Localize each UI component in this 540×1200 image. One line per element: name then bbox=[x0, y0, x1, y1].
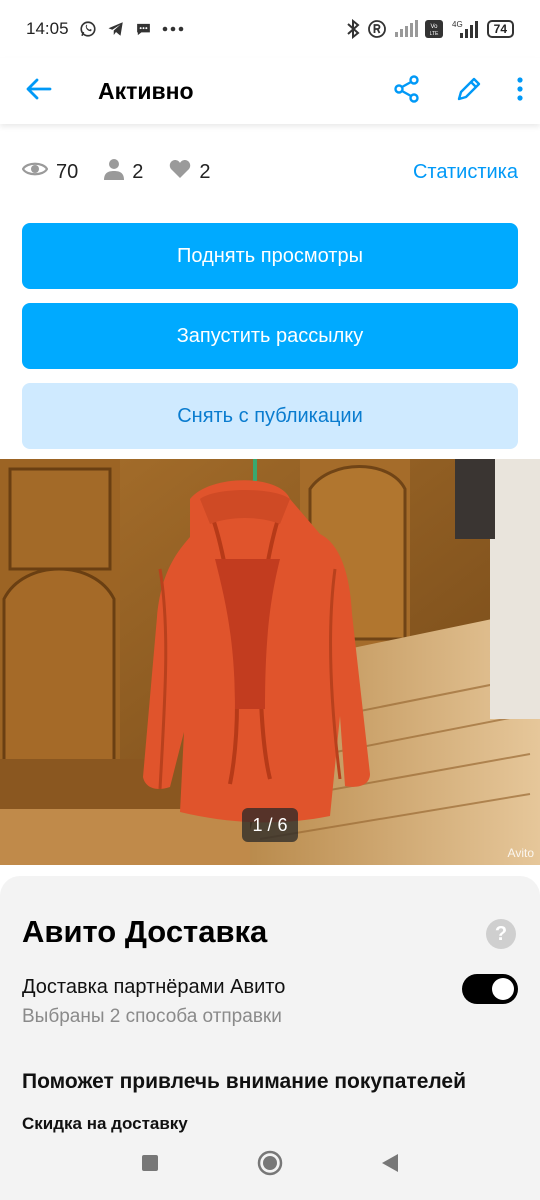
volte-icon: Vo LTE bbox=[424, 20, 443, 38]
views-stat: 70 bbox=[21, 160, 79, 184]
edit-button[interactable] bbox=[438, 58, 500, 124]
bluetooth-icon bbox=[346, 19, 360, 39]
delivery-option-title: Доставка партнёрами Авито bbox=[22, 976, 286, 998]
delivery-title: Авито Доставка bbox=[22, 914, 268, 949]
chat-bubble-icon bbox=[135, 21, 152, 38]
share-icon bbox=[393, 74, 421, 108]
recents-button[interactable] bbox=[120, 1135, 180, 1195]
signal-icon bbox=[394, 20, 418, 38]
contacts-stat: 2 bbox=[104, 158, 143, 186]
telegram-icon bbox=[107, 20, 125, 38]
back-button[interactable] bbox=[0, 58, 78, 124]
svg-text:Vo: Vo bbox=[430, 24, 438, 30]
share-button[interactable] bbox=[376, 58, 438, 124]
views-count: 70 bbox=[56, 160, 79, 183]
status-time: 14:05 bbox=[26, 19, 69, 38]
promo-title: Поможет привлечь внимание покупателей bbox=[22, 1070, 467, 1093]
eye-icon bbox=[21, 160, 49, 184]
triangle-back-icon bbox=[381, 1153, 399, 1178]
delivery-option-subtitle: Выбраны 2 способа отправки bbox=[22, 1006, 282, 1027]
back-nav-button[interactable] bbox=[360, 1135, 420, 1195]
contacts-count: 2 bbox=[132, 160, 144, 183]
app-bar: Активно bbox=[0, 58, 540, 124]
boost-views-button[interactable]: Поднять просмотры bbox=[22, 223, 518, 289]
mobile-data-icon: 4G bbox=[450, 19, 480, 39]
jacket-photo-image bbox=[0, 459, 540, 865]
statistics-link[interactable]: Статистика bbox=[413, 161, 518, 184]
more-vert-icon bbox=[517, 76, 523, 106]
arrow-left-icon bbox=[26, 78, 52, 105]
heart-icon bbox=[169, 159, 191, 185]
more-notifications-icon bbox=[162, 26, 184, 32]
delivery-toggle[interactable] bbox=[462, 974, 518, 1004]
svg-text:4G: 4G bbox=[452, 20, 463, 29]
favorites-stat: 2 bbox=[169, 159, 211, 185]
pencil-icon bbox=[455, 75, 483, 108]
registered-icon bbox=[367, 19, 387, 39]
system-nav-bar bbox=[0, 1130, 540, 1200]
photo-counter: 1 / 6 bbox=[242, 808, 298, 842]
whatsapp-icon bbox=[79, 20, 97, 38]
svg-text:LTE: LTE bbox=[429, 31, 438, 37]
square-icon bbox=[141, 1154, 159, 1177]
unpublish-button[interactable]: Снять с публикации bbox=[22, 383, 518, 449]
listing-photo[interactable] bbox=[0, 459, 540, 865]
toggle-knob bbox=[492, 978, 514, 1000]
person-icon bbox=[104, 158, 125, 186]
start-mailing-button[interactable]: Запустить рассылку bbox=[22, 303, 518, 369]
battery-indicator: 74 bbox=[486, 20, 514, 38]
favorites-count: 2 bbox=[199, 160, 211, 183]
home-button[interactable] bbox=[240, 1135, 300, 1195]
stats-row: 70 2 2 Статистика bbox=[21, 150, 518, 194]
status-bar: 14:05 Vo LTE 4G 74 bbox=[0, 0, 540, 58]
more-menu-button[interactable] bbox=[500, 58, 540, 124]
page-title: Активно bbox=[98, 77, 194, 104]
help-icon[interactable]: ? bbox=[486, 919, 516, 949]
home-circle-icon bbox=[257, 1150, 283, 1181]
photo-watermark: Avito bbox=[507, 846, 534, 860]
